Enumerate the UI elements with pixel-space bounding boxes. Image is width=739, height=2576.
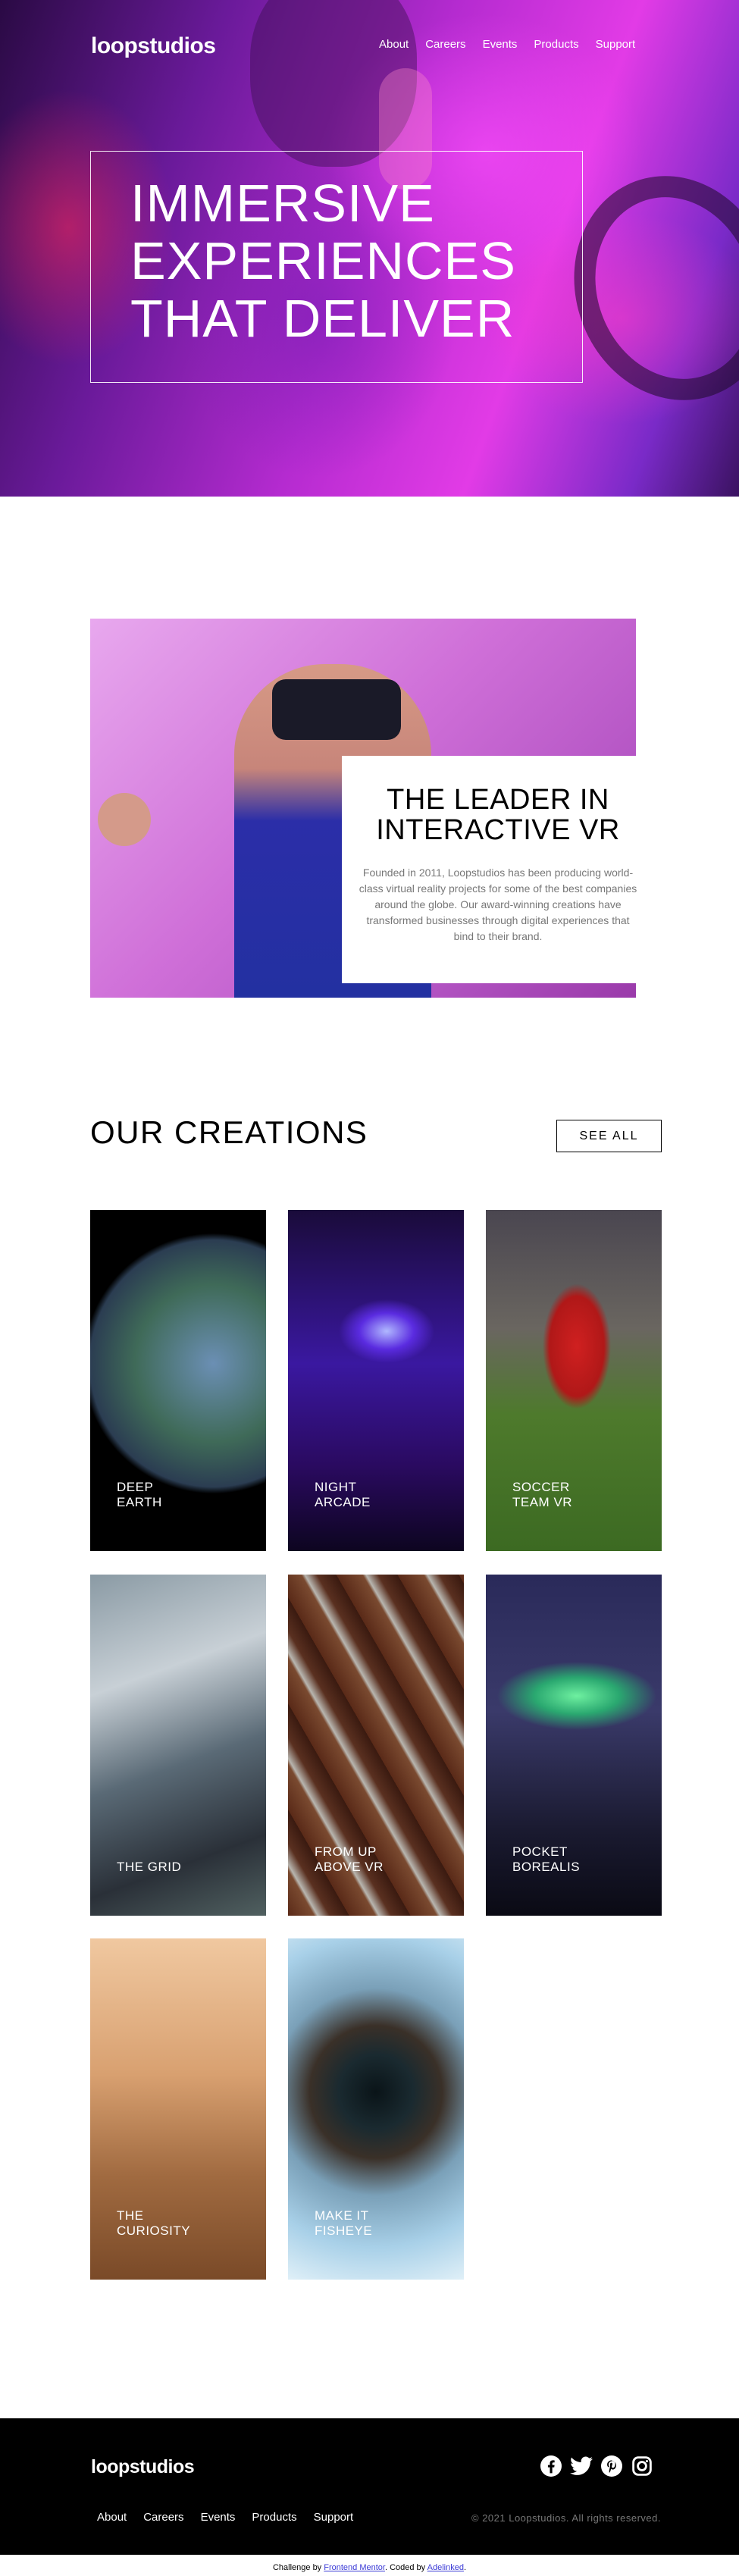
creation-card-label: FROM UP ABOVE VR <box>315 1844 384 1874</box>
creation-card-label: DEEP EARTH <box>117 1480 162 1509</box>
vr-headset-shape <box>272 679 401 740</box>
footer-link-about[interactable]: About <box>97 2511 127 2524</box>
creations-title: OUR CREATIONS <box>90 1114 368 1150</box>
footer: loopstudios About Careers Events Product… <box>0 2418 739 2555</box>
interactive-title: THE LEADER IN INTERACTIVE VR <box>376 784 620 846</box>
footer-nav: About Careers Events Products Support <box>97 2511 353 2524</box>
facebook-icon[interactable] <box>540 2455 562 2477</box>
nav-link-events[interactable]: Events <box>483 38 518 51</box>
footer-link-support[interactable]: Support <box>314 2511 354 2524</box>
pinterest-icon[interactable] <box>600 2455 623 2477</box>
nav-link-products[interactable]: Products <box>534 38 578 51</box>
creation-card-label: POCKET BOREALIS <box>512 1844 581 1874</box>
footer-link-products[interactable]: Products <box>252 2511 296 2524</box>
author-link[interactable]: Adelinked <box>427 2563 464 2572</box>
creation-card-night-arcade[interactable]: NIGHT ARCADE <box>288 1210 464 1551</box>
attribution-suffix: . <box>463 2563 467 2572</box>
social-links <box>540 2455 653 2477</box>
creation-card-pocket-borealis[interactable]: POCKET BOREALIS <box>486 1575 662 1916</box>
creation-card-from-up-above-vr[interactable]: FROM UP ABOVE VR <box>288 1575 464 1916</box>
instagram-icon[interactable] <box>631 2455 653 2477</box>
nav-link-about[interactable]: About <box>379 38 409 51</box>
creation-card-label: THE CURIOSITY <box>117 2208 191 2238</box>
interactive-text: Founded in 2011, Loopstudios has been pr… <box>359 867 637 942</box>
creation-card-make-it-fisheye[interactable]: MAKE IT FISHEYE <box>288 1938 464 2280</box>
hero-title: IMMERSIVE EXPERIENCES THAT DELIVER <box>130 174 516 348</box>
creation-card-deep-earth[interactable]: DEEP EARTH <box>90 1210 266 1551</box>
header-nav: About Careers Events Products Support <box>379 38 635 51</box>
creation-card-label: NIGHT ARCADE <box>315 1480 371 1509</box>
hero-section: loopstudios About Careers Events Product… <box>0 0 739 497</box>
see-all-button[interactable]: SEE ALL <box>556 1120 662 1152</box>
nav-link-support[interactable]: Support <box>596 38 636 51</box>
nav-link-careers[interactable]: Careers <box>425 38 465 51</box>
creation-card-the-grid[interactable]: THE GRID <box>90 1575 266 1916</box>
hero-title-box: IMMERSIVE EXPERIENCES THAT DELIVER <box>90 151 583 383</box>
creation-card-label: THE GRID <box>117 1860 182 1874</box>
attribution: Challenge by Frontend Mentor. Coded by A… <box>0 2563 739 2572</box>
frontend-mentor-link[interactable]: Frontend Mentor <box>324 2563 385 2572</box>
footer-link-events[interactable]: Events <box>201 2511 236 2524</box>
copyright-text: © 2021 Loopstudios. All rights reserved. <box>471 2512 661 2524</box>
creation-card-label: MAKE IT FISHEYE <box>315 2208 373 2238</box>
interactive-card: THE LEADER IN INTERACTIVE VR Founded in … <box>342 756 654 983</box>
creation-card-the-curiosity[interactable]: THE CURIOSITY <box>90 1938 266 2280</box>
creation-card-label: SOCCER TEAM VR <box>512 1480 573 1509</box>
attribution-middle: . Coded by <box>384 2563 427 2572</box>
twitter-icon[interactable] <box>570 2455 593 2477</box>
footer-link-careers[interactable]: Careers <box>143 2511 183 2524</box>
footer-logo[interactable]: loopstudios <box>91 2456 195 2478</box>
creation-card-soccer-team-vr[interactable]: SOCCER TEAM VR <box>486 1210 662 1551</box>
vr-hand-shape <box>98 793 151 846</box>
attribution-prefix: Challenge by <box>272 2563 324 2572</box>
header-logo[interactable]: loopstudios <box>91 33 216 59</box>
